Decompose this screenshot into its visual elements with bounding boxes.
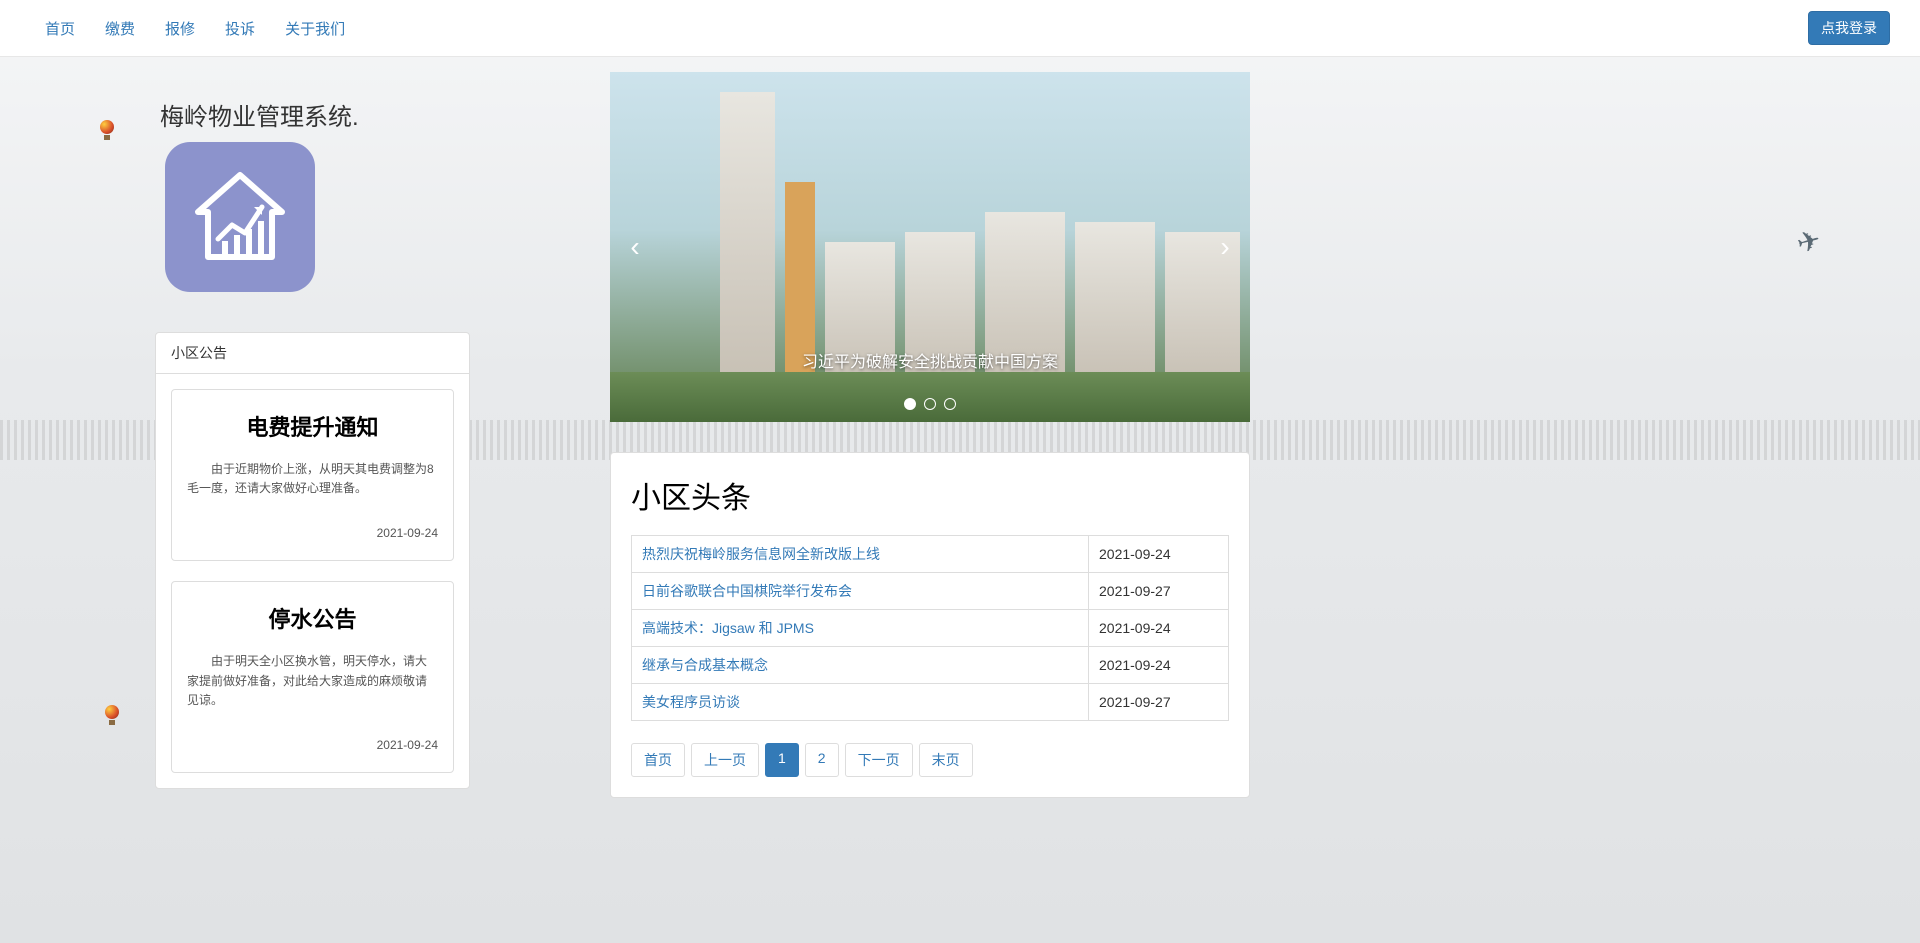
table-row: 高端技术：Jigsaw 和 JPMS 2021-09-24 <box>632 610 1229 647</box>
house-chart-icon <box>190 167 290 267</box>
site-logo <box>165 142 315 292</box>
news-date: 2021-09-24 <box>1089 610 1229 647</box>
notice-panel: 小区公告 电费提升通知 由于近期物价上涨，从明天其电费调整为8毛一度，还请大家做… <box>155 332 470 789</box>
nav-home[interactable]: 首页 <box>30 0 90 57</box>
carousel-indicator[interactable] <box>944 398 956 410</box>
news-table: 热烈庆祝梅岭服务信息网全新改版上线2021-09-24日前谷歌联合中国棋院举行发… <box>631 535 1229 721</box>
pager-next[interactable]: 下一页 <box>845 743 913 777</box>
notice-body: 由于明天全小区换水管，明天停水，请大家提前做好准备，对此给大家造成的麻烦敬请见谅… <box>187 652 438 710</box>
pager-page[interactable]: 2 <box>805 743 839 777</box>
news-link[interactable]: 继承与合成基本概念 <box>642 657 768 673</box>
notice-body: 由于近期物价上涨，从明天其电费调整为8毛一度，还请大家做好心理准备。 <box>187 460 438 498</box>
nav-about[interactable]: 关于我们 <box>270 0 360 57</box>
notice-date: 2021-09-24 <box>187 526 438 540</box>
carousel-prev-button[interactable]: ‹ <box>620 222 650 272</box>
pager: 首页 上一页 1 2 下一页 末页 <box>631 743 1229 777</box>
carousel-next-button[interactable]: › <box>1210 222 1240 272</box>
carousel-indicator[interactable] <box>904 398 916 410</box>
news-link[interactable]: 热烈庆祝梅岭服务信息网全新改版上线 <box>642 546 880 562</box>
table-row: 继承与合成基本概念 2021-09-24 <box>632 647 1229 684</box>
nav-links: 首页 缴费 报修 投诉 关于我们 <box>30 0 360 57</box>
notice-card: 停水公告 由于明天全小区换水管，明天停水，请大家提前做好准备，对此给大家造成的麻… <box>171 581 454 773</box>
nav-complaint[interactable]: 投诉 <box>210 0 270 57</box>
pager-last[interactable]: 末页 <box>919 743 973 777</box>
news-link[interactable]: 日前谷歌联合中国棋院举行发布会 <box>642 583 852 599</box>
pager-first[interactable]: 首页 <box>631 743 685 777</box>
chevron-left-icon: ‹ <box>630 231 639 263</box>
chevron-right-icon: › <box>1220 231 1229 263</box>
notice-title: 停水公告 <box>187 602 438 634</box>
headlines-panel: 小区头条 热烈庆祝梅岭服务信息网全新改版上线2021-09-24日前谷歌联合中国… <box>610 452 1250 798</box>
news-date: 2021-09-24 <box>1089 647 1229 684</box>
notice-panel-heading: 小区公告 <box>156 333 469 374</box>
pager-page[interactable]: 1 <box>765 743 799 777</box>
login-button[interactable]: 点我登录 <box>1808 11 1890 45</box>
carousel: ‹ › 习近平为破解安全挑战贡献中国方案 <box>610 72 1250 422</box>
site-title: 梅岭物业管理系统. <box>160 97 470 132</box>
nav-repair[interactable]: 报修 <box>150 0 210 57</box>
table-row: 热烈庆祝梅岭服务信息网全新改版上线 2021-09-24 <box>632 536 1229 573</box>
notice-title: 电费提升通知 <box>187 410 438 442</box>
headlines-title: 小区头条 <box>631 473 1229 517</box>
nav-payment[interactable]: 缴费 <box>90 0 150 57</box>
pager-prev[interactable]: 上一页 <box>691 743 759 777</box>
table-row: 美女程序员访谈 2021-09-27 <box>632 684 1229 721</box>
carousel-caption: 习近平为破解安全挑战贡献中国方案 <box>610 348 1250 372</box>
news-date: 2021-09-27 <box>1089 573 1229 610</box>
carousel-indicators <box>610 398 1250 410</box>
news-link[interactable]: 高端技术：Jigsaw 和 JPMS <box>642 620 814 636</box>
notice-date: 2021-09-24 <box>187 738 438 752</box>
news-date: 2021-09-27 <box>1089 684 1229 721</box>
table-row: 日前谷歌联合中国棋院举行发布会 2021-09-27 <box>632 573 1229 610</box>
news-link[interactable]: 美女程序员访谈 <box>642 694 740 710</box>
navbar: 首页 缴费 报修 投诉 关于我们 点我登录 <box>0 0 1920 57</box>
carousel-indicator[interactable] <box>924 398 936 410</box>
news-date: 2021-09-24 <box>1089 536 1229 573</box>
notice-card: 电费提升通知 由于近期物价上涨，从明天其电费调整为8毛一度，还请大家做好心理准备… <box>171 389 454 561</box>
